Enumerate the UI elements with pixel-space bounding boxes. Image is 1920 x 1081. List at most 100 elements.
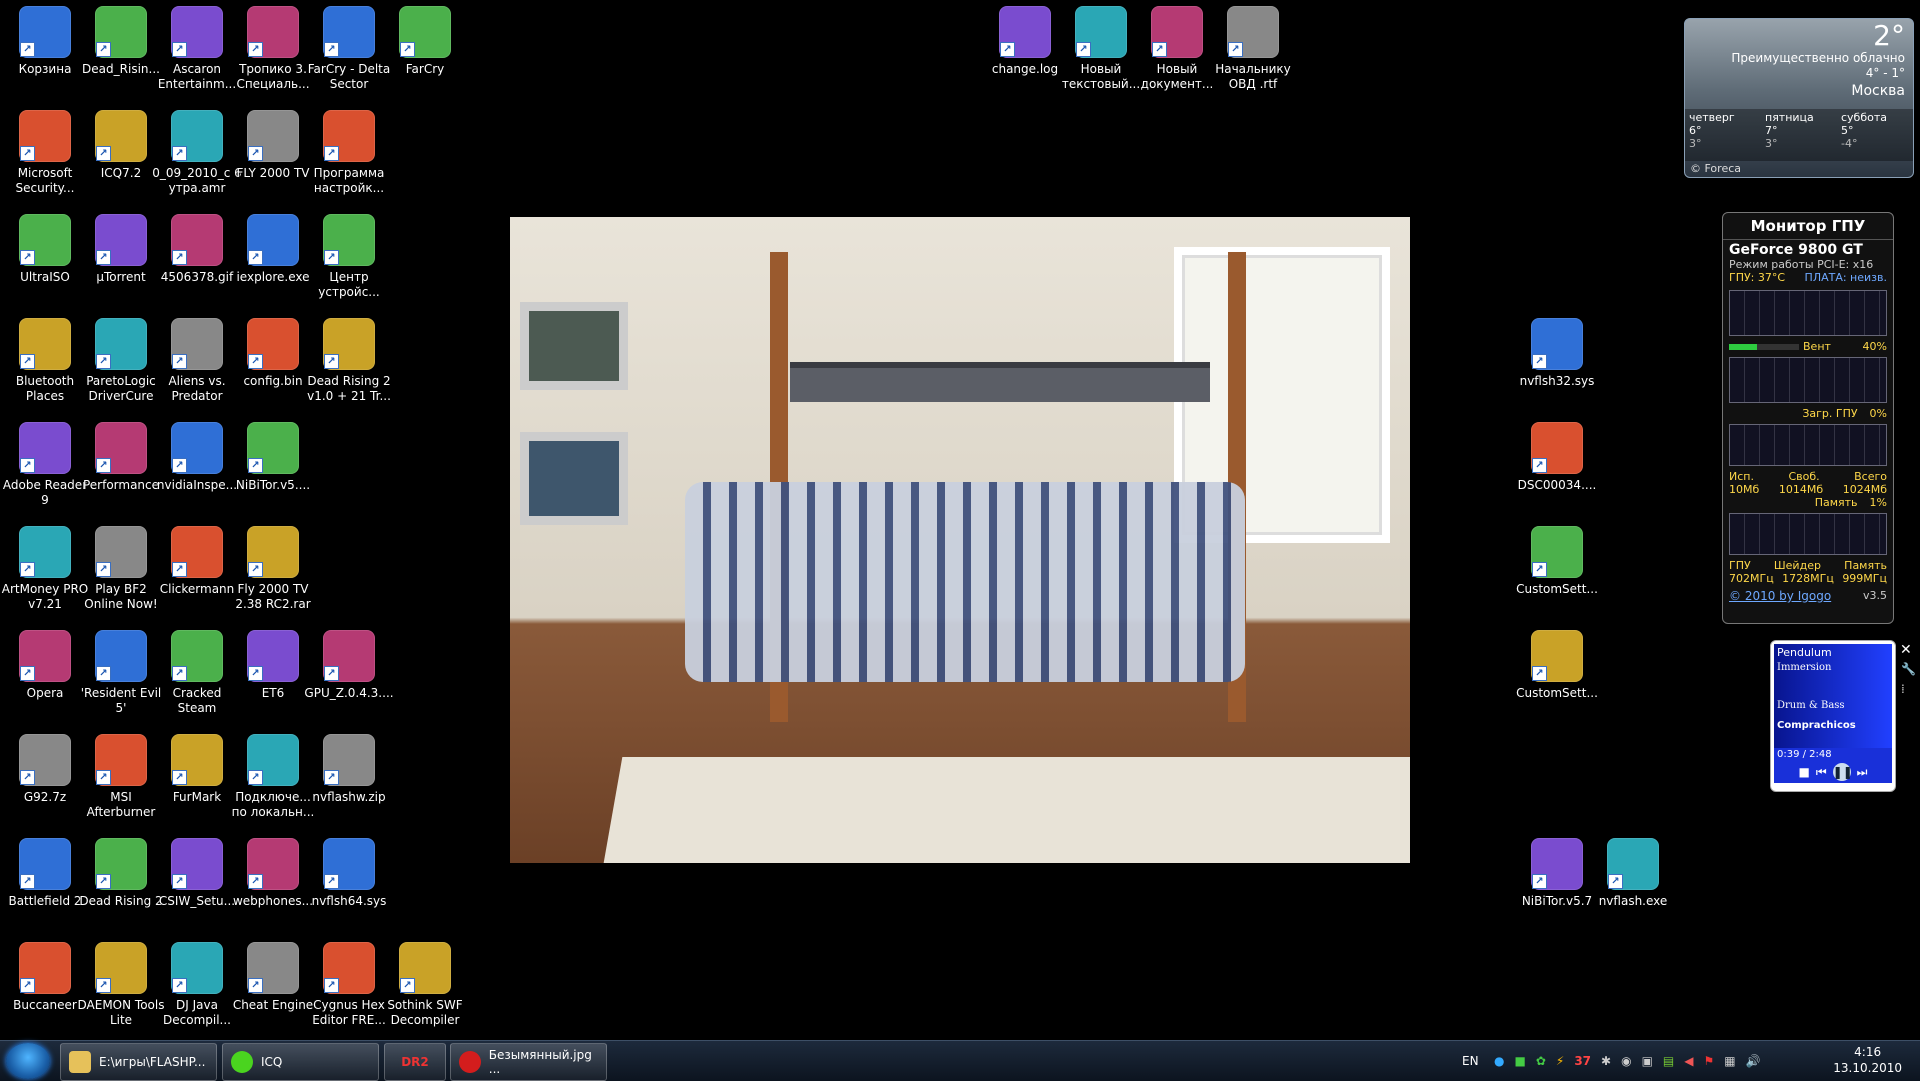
shortcut-arrow-icon: ↗ [172, 354, 187, 369]
player-time: 0:39 / 2:48 [1774, 748, 1892, 761]
shortcut-arrow-icon: ↗ [324, 354, 339, 369]
desktop-icon-customsett[interactable]: ↗ CustomSett... [1512, 624, 1602, 726]
desktop-icon-nvflash-exe[interactable]: ↗ nvflash.exe [1588, 832, 1678, 934]
shortcut-arrow-icon: ↗ [1532, 874, 1547, 889]
desktop-icon-nvflsh64-sys[interactable]: ↗ nvflsh64.sys [304, 832, 394, 934]
next-icon[interactable]: ⏭ [1857, 765, 1868, 780]
volume-icon[interactable]: 🔊 [1746, 1054, 1761, 1068]
app-icon: ↗ [247, 734, 299, 786]
icq-flower-icon [231, 1051, 253, 1073]
desktop-icon-farcry[interactable]: ↗ FarCry [380, 0, 470, 102]
clock[interactable]: 4:16 13.10.2010 [1833, 1044, 1902, 1076]
network-meter-icon[interactable]: ⚡ [1556, 1054, 1564, 1068]
utorrent-icon[interactable]: ■ [1514, 1054, 1525, 1068]
app-icon: ↗ [323, 630, 375, 682]
folder-icon [69, 1051, 91, 1073]
nvidia-tray-icon[interactable]: ▤ [1663, 1054, 1674, 1068]
shortcut-arrow-icon: ↗ [248, 562, 263, 577]
desktop-icon-nvflsh32-sys[interactable]: ↗ nvflsh32.sys [1512, 312, 1602, 414]
app-icon: ↗ [247, 630, 299, 682]
weather-gadget[interactable]: 2° Преимущественно облачно 4° - 1° Москв… [1684, 18, 1914, 178]
skype-icon[interactable]: ● [1494, 1054, 1504, 1068]
tray-badge[interactable]: 37 [1574, 1054, 1591, 1068]
app-icon: ↗ [95, 838, 147, 890]
shortcut-arrow-icon: ↗ [400, 42, 415, 57]
app-icon: ↗ [171, 318, 223, 370]
gadget-close-icon[interactable]: ✕ [1900, 642, 1912, 658]
desktop-icon-label: nvflsh32.sys [1519, 374, 1595, 388]
desktop-icon-dead-rising-2-v1-0-21-tr[interactable]: ↗ Dead Rising 2 v1.0 + 21 Tr... [304, 312, 394, 414]
desktop-icon-customsett[interactable]: ↗ CustomSett... [1512, 520, 1602, 622]
shortcut-arrow-icon: ↗ [172, 42, 187, 57]
shortcut-arrow-icon: ↗ [172, 874, 187, 889]
taskbar-dr2[interactable]: DR2 [384, 1043, 446, 1081]
shortcut-arrow-icon: ↗ [324, 250, 339, 265]
shortcut-arrow-icon: ↗ [172, 250, 187, 265]
app-icon: ↗ [95, 630, 147, 682]
shortcut-arrow-icon: ↗ [96, 146, 111, 161]
app-icon: ↗ [95, 942, 147, 994]
stop-icon[interactable]: ■ [1799, 765, 1810, 779]
shortcut-arrow-icon: ↗ [172, 146, 187, 161]
shortcut-arrow-icon: ↗ [96, 458, 111, 473]
desktop-icon-nvflashw-zip[interactable]: ↗ nvflashw.zip [304, 728, 394, 830]
mem-free-header: Своб. [1788, 470, 1820, 483]
forecast-low: 3° [1689, 137, 1702, 150]
app-icon: ↗ [247, 422, 299, 474]
player-genre: Drum & Bass [1777, 700, 1845, 711]
shortcut-arrow-icon: ↗ [1532, 666, 1547, 681]
desktop-icon-label: CustomSett... [1516, 686, 1598, 700]
app-icon: ↗ [999, 6, 1051, 58]
app-icon: ↗ [171, 526, 223, 578]
action-center-icon[interactable]: ⚑ [1704, 1054, 1715, 1068]
taskbar-icq[interactable]: ICQ [222, 1043, 379, 1081]
taskbar-explorer[interactable]: E:\игры\FLASHP... [60, 1043, 217, 1081]
desktop-icon-dsc00034[interactable]: ↗ DSC00034.... [1512, 416, 1602, 518]
player-track: Comprachicos [1777, 720, 1856, 731]
desktop-icon-gpu-z-0-4-3[interactable]: ↗ GPU_Z.0.4.3.... [304, 624, 394, 726]
devices-icon[interactable]: ▣ [1642, 1054, 1653, 1068]
task-label: Безымянный.jpg ... [488, 1048, 592, 1076]
desktop-icon-начальнику-овд-rtf[interactable]: ↗ Начальнику ОВД .rtf [1208, 0, 1298, 102]
app-icon: ↗ [247, 318, 299, 370]
weather-source[interactable]: © Foreca [1690, 162, 1741, 175]
gpu-title: Монитор ГПУ [1723, 213, 1893, 240]
start-button[interactable] [6, 1043, 50, 1079]
shortcut-arrow-icon: ↗ [248, 42, 263, 57]
desktop-icon-программа-настройк[interactable]: ↗ Программа настройк... [304, 104, 394, 206]
taskbar-image-viewer[interactable]: Безымянный.jpg ... [450, 1043, 607, 1081]
bluetooth-icon[interactable]: ✱ [1601, 1054, 1611, 1068]
forecast-high: 7° [1765, 124, 1778, 137]
previous-icon[interactable]: ⏮ [1816, 765, 1827, 780]
desktop-icon-fly-2000-tv-2-38-rc2-rar[interactable]: ↗ Fly 2000 TV 2.38 RC2.rar [228, 520, 318, 622]
media-player-gadget[interactable]: Pendulum Immersion Drum & Bass Comprachi… [1770, 640, 1896, 792]
network-icon[interactable]: ▦ [1724, 1054, 1735, 1068]
album-art: Pendulum Immersion Drum & Bass Comprachi… [1774, 644, 1892, 748]
shortcut-arrow-icon: ↗ [96, 666, 111, 681]
desktop-icon-центр-устройс[interactable]: ↗ Центр устройс... [304, 208, 394, 310]
pause-icon[interactable]: ❚❚ [1832, 763, 1853, 781]
app-icon: ↗ [1531, 630, 1583, 682]
gpu-monitor-gadget[interactable]: Монитор ГПУ GeForce 9800 GT Режим работы… [1722, 212, 1894, 624]
shortcut-arrow-icon: ↗ [96, 354, 111, 369]
app-icon: ↗ [323, 838, 375, 890]
gadget-settings-icon[interactable]: 🔧 [1901, 662, 1916, 676]
gadget-drag-icon[interactable]: ⁞ [1901, 682, 1905, 696]
weather-forecast: четверг 6° 3° пятница 7° 3° суббота 5° -… [1685, 109, 1913, 161]
app-icon: ↗ [1607, 838, 1659, 890]
drive-icon[interactable]: ◉ [1621, 1054, 1631, 1068]
app-icon: ↗ [95, 526, 147, 578]
shortcut-arrow-icon: ↗ [400, 978, 415, 993]
desktop-icon-label: FarCry [405, 62, 445, 76]
speaker-icon[interactable]: ◀ [1684, 1054, 1693, 1068]
gpu-copyright-link[interactable]: © 2010 by Igogo [1729, 589, 1831, 603]
desktop-icon-nibitor-v5[interactable]: ↗ NiBiTor.v5.... [228, 416, 318, 518]
shortcut-arrow-icon: ↗ [324, 770, 339, 785]
desktop-icon-sothink-swf-decompiler[interactable]: ↗ Sothink SWF Decompiler [380, 936, 470, 1038]
language-indicator[interactable]: EN [1462, 1041, 1479, 1081]
icq-tray-icon[interactable]: ✿ [1536, 1054, 1546, 1068]
shortcut-arrow-icon: ↗ [172, 562, 187, 577]
clock-shader-header: Шейдер [1773, 559, 1821, 572]
shortcut-arrow-icon: ↗ [172, 770, 187, 785]
fan-label: Вент [1803, 340, 1831, 353]
